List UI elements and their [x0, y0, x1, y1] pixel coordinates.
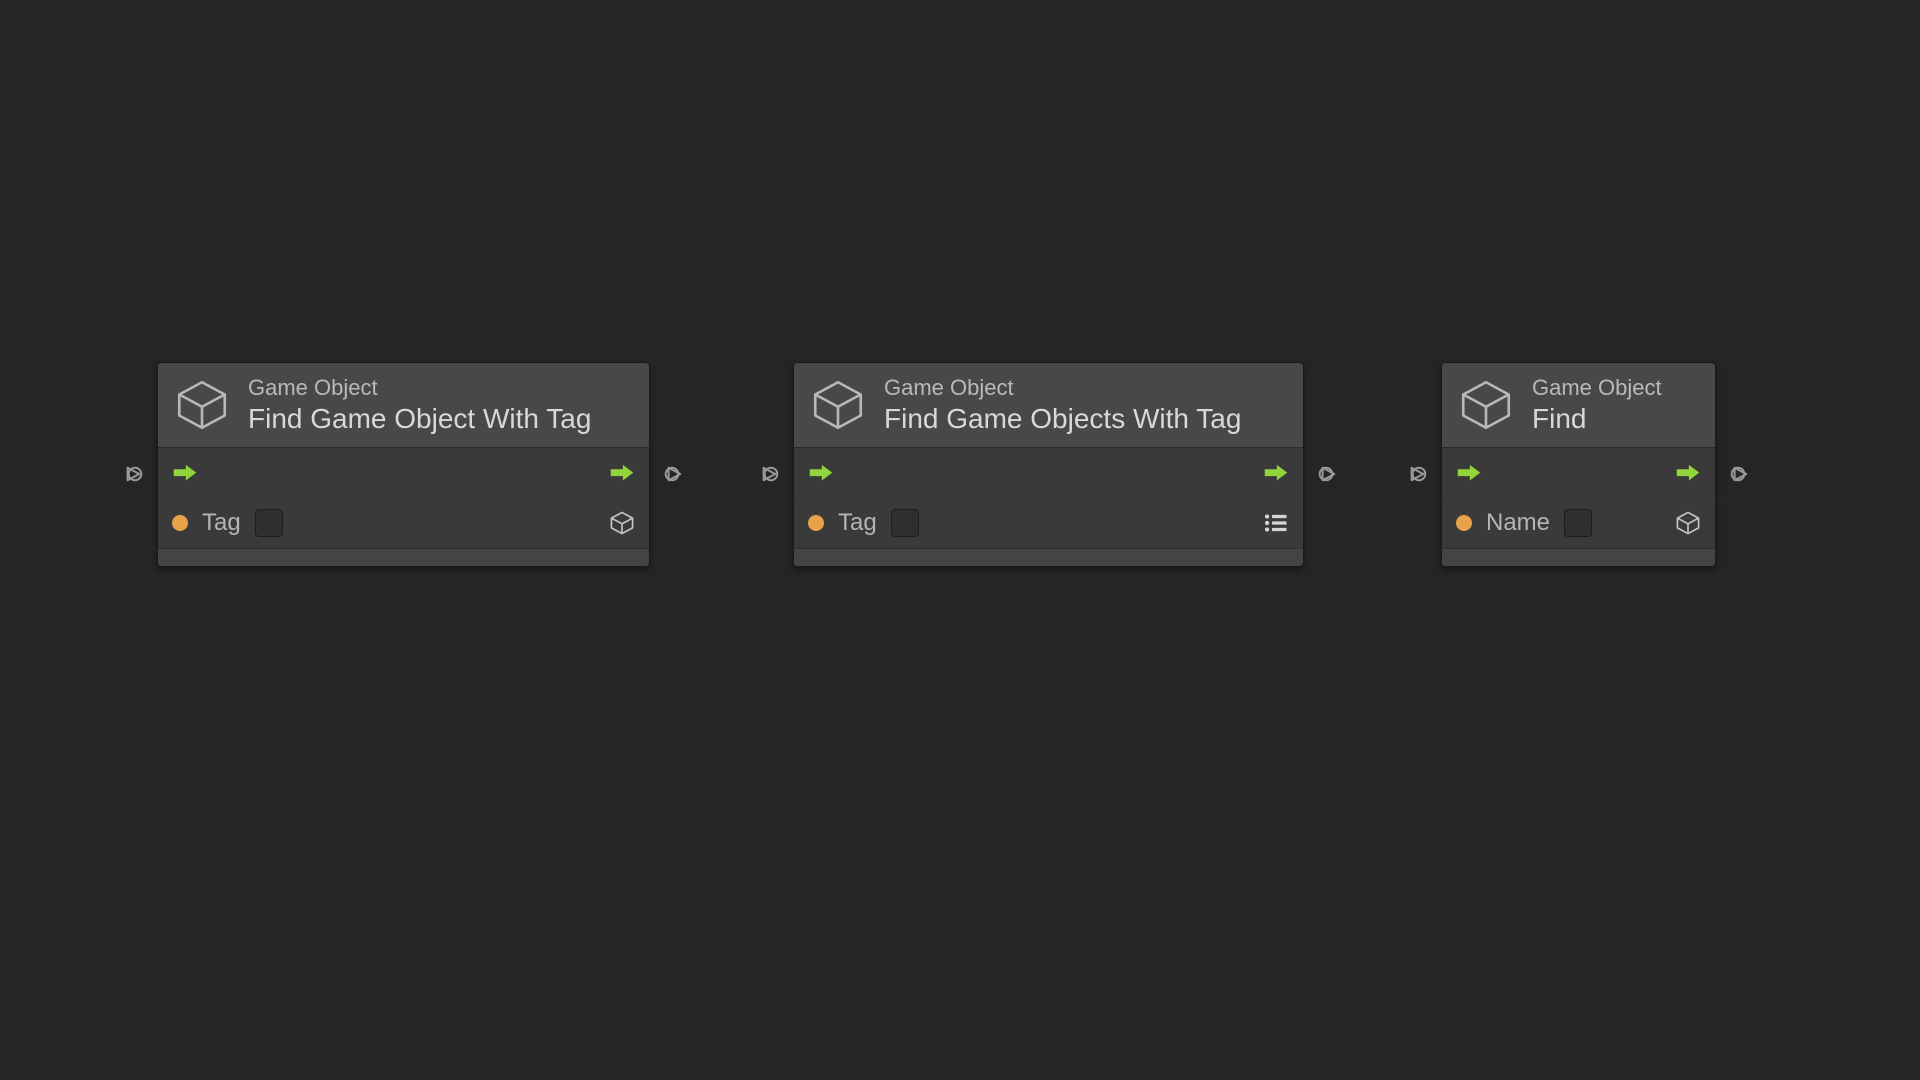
- node-footer: [158, 548, 649, 566]
- param-input-tag[interactable]: [891, 509, 919, 537]
- flow-out-arrow-icon: [1675, 464, 1701, 482]
- param-in-port[interactable]: [1410, 465, 1428, 483]
- output-object-icon: [1675, 510, 1701, 536]
- node-find[interactable]: Game Object Find: [1441, 362, 1716, 567]
- value-out-port[interactable]: [1317, 465, 1335, 483]
- node-category: Game Object: [884, 375, 1241, 401]
- param-dot-icon: [808, 515, 824, 531]
- param-in-port[interactable]: [762, 465, 780, 483]
- param-input-tag[interactable]: [255, 509, 283, 537]
- cube-icon: [810, 377, 866, 433]
- output-list-icon: [1263, 510, 1289, 536]
- param-in-port[interactable]: [126, 465, 144, 483]
- node-title: Find Game Objects With Tag: [884, 403, 1241, 435]
- flow-in-arrow-icon: [808, 464, 834, 482]
- param-label: Tag: [838, 509, 877, 537]
- node-body: Tag: [794, 448, 1303, 548]
- node-header[interactable]: Game Object Find: [1442, 363, 1715, 448]
- node-category: Game Object: [248, 375, 591, 401]
- node-footer: [794, 548, 1303, 566]
- flow-in-arrow-icon: [172, 464, 198, 482]
- node-title: Find: [1532, 403, 1662, 435]
- flow-in-arrow-icon: [1456, 464, 1482, 482]
- output-object-icon: [609, 510, 635, 536]
- node-title: Find Game Object With Tag: [248, 403, 591, 435]
- value-out-port[interactable]: [1729, 465, 1747, 483]
- node-header[interactable]: Game Object Find Game Object With Tag: [158, 363, 649, 448]
- value-out-port[interactable]: [663, 465, 681, 483]
- param-input-name[interactable]: [1564, 509, 1592, 537]
- param-dot-icon: [172, 515, 188, 531]
- flow-out-arrow-icon: [609, 464, 635, 482]
- cube-icon: [174, 377, 230, 433]
- node-find-game-objects-with-tag[interactable]: Game Object Find Game Objects With Tag: [793, 362, 1304, 567]
- param-label: Tag: [202, 509, 241, 537]
- node-body: Tag: [158, 448, 649, 548]
- node-footer: [1442, 548, 1715, 566]
- flow-out-arrow-icon: [1263, 464, 1289, 482]
- cube-icon: [1458, 377, 1514, 433]
- node-find-game-object-with-tag[interactable]: Game Object Find Game Object With Tag: [157, 362, 650, 567]
- node-body: Name: [1442, 448, 1715, 548]
- param-label: Name: [1486, 509, 1550, 537]
- node-category: Game Object: [1532, 375, 1662, 401]
- node-header[interactable]: Game Object Find Game Objects With Tag: [794, 363, 1303, 448]
- param-dot-icon: [1456, 515, 1472, 531]
